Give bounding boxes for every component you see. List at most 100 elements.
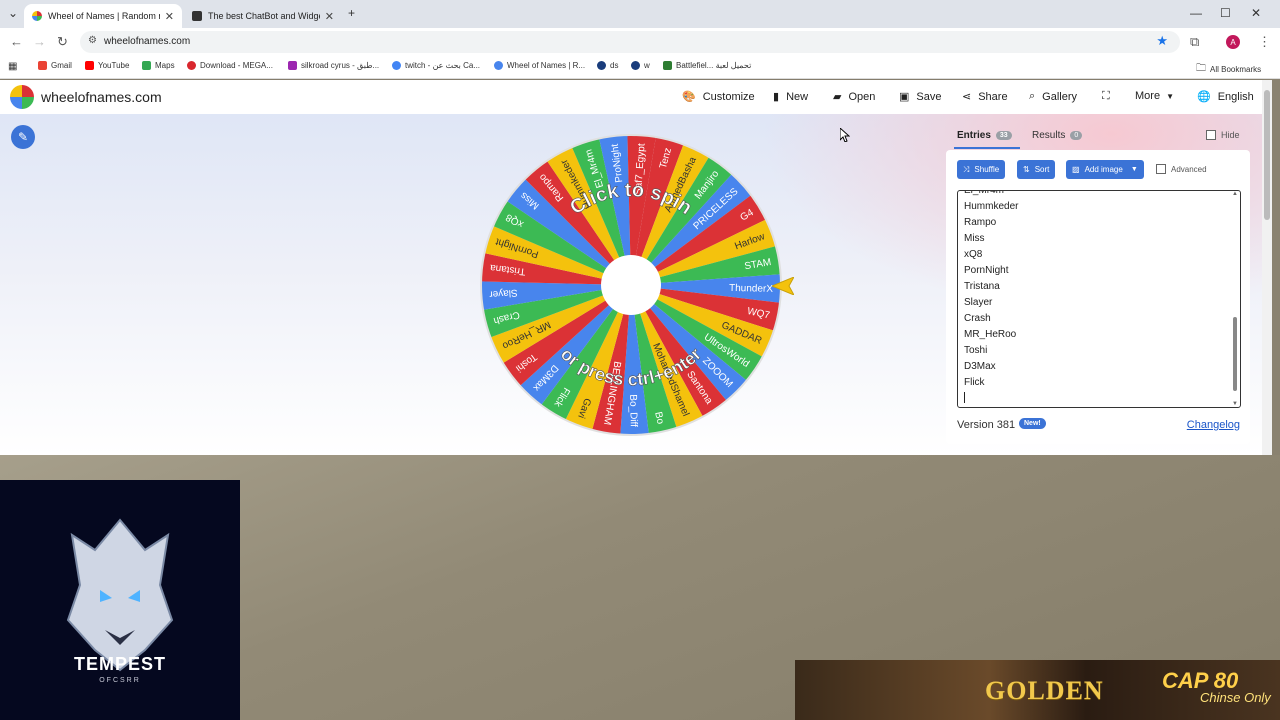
bookmark-mega[interactable]: Download - MEGA... <box>187 61 273 70</box>
stream-logo-box <box>0 480 240 720</box>
shuffle-button[interactable]: ⤨ Shuffle <box>957 160 1006 179</box>
bookmark-label: ds <box>610 61 619 70</box>
search-icon: ⌕ <box>1029 90 1036 102</box>
ds-icon <box>597 61 606 70</box>
text-caret <box>964 392 965 403</box>
share-button[interactable]: ⋖ Share <box>962 90 1008 104</box>
language-button[interactable]: 🌐 English <box>1197 90 1254 104</box>
changelog-link[interactable]: Changelog <box>1187 419 1240 431</box>
save-button[interactable]: ▣ Save <box>899 90 942 104</box>
scroll-down-icon[interactable]: ▼ <box>1232 401 1238 407</box>
menu-label: Save <box>916 90 942 103</box>
menu-label: More <box>1135 90 1161 102</box>
minimize-icon[interactable]: — <box>1190 6 1202 20</box>
advanced-checkbox[interactable]: Advanced <box>1156 164 1207 174</box>
browser-tab-wheel-of-names[interactable]: Wheel of Names | Random nam ✕ <box>24 4 182 28</box>
wheel-pointer-icon <box>772 277 794 295</box>
close-tab-icon[interactable]: ✕ <box>325 10 334 23</box>
open-button[interactable]: ▰ Open <box>833 90 875 104</box>
fullscreen-button[interactable]: ⛶ <box>1102 90 1117 103</box>
site-logo-text[interactable]: wheelofnames.com <box>41 89 162 105</box>
entry-item: D3Max <box>964 361 996 372</box>
maximize-icon[interactable]: ☐ <box>1220 6 1231 20</box>
bookmark-youtube[interactable]: YouTube <box>85 61 129 70</box>
extensions-icon[interactable]: ⧉ <box>1190 34 1199 50</box>
reload-icon[interactable]: ↻ <box>57 34 68 50</box>
tab-search-icon[interactable]: ⌄ <box>8 6 18 20</box>
entries-textarea[interactable]: El_Mr4m Hummkeder Rampo Miss xQ8 PornNight Tri… <box>957 190 1241 408</box>
textarea-scrollbar[interactable] <box>1233 317 1237 391</box>
menu-label: Gallery <box>1042 90 1078 103</box>
site-header: wheelofnames.com 🎨 Customize ▮ New ▰ Open ▣… <box>0 80 1262 114</box>
bookmark-label: Download - MEGA... <box>200 61 273 70</box>
bookmark-twitch-search[interactable]: twitch - بحث عن Ca... <box>392 61 480 70</box>
customize-button[interactable]: 🎨 Customize <box>682 90 755 104</box>
wheel-segment-label: Bo_Diff <box>627 394 639 427</box>
hide-checkbox[interactable]: Hide <box>1206 130 1240 140</box>
site-info-icon[interactable]: ⚙ <box>88 35 97 46</box>
all-bookmarks[interactable]: 🗀 All Bookmarks <box>1196 61 1261 78</box>
add-image-button[interactable]: ▨ Add image ▼ <box>1066 160 1144 179</box>
bookmark-gmail[interactable]: Gmail <box>38 61 72 70</box>
hide-label: Hide <box>1221 130 1240 140</box>
edit-pencil-button[interactable]: ✎ <box>11 125 35 149</box>
bookmark-label: w <box>644 61 650 70</box>
sort-icon: ⇅ <box>1023 165 1030 174</box>
stream-brand-name: TEMPEST <box>73 654 166 674</box>
profile-avatar[interactable]: A <box>1226 35 1240 49</box>
tab-entries[interactable]: Entries 33 <box>957 130 1012 141</box>
tab-results[interactable]: Results 0 <box>1032 130 1083 141</box>
chrome-menu-icon[interactable]: ⋮ <box>1258 34 1271 50</box>
new-button[interactable]: ▮ New <box>773 90 808 104</box>
sort-button[interactable]: ⇅ Sort <box>1017 160 1056 179</box>
chatbot-favicon-icon <box>192 11 202 21</box>
bookmark-label: silkroad cyrus - طبق... <box>301 61 380 70</box>
bookmark-maps[interactable]: Maps <box>142 61 175 70</box>
page-scrollbar-thumb[interactable] <box>1264 90 1270 220</box>
banner-golden-text: GOLDEN <box>985 676 1104 705</box>
youtube-icon <box>85 61 94 70</box>
checkbox-box[interactable] <box>1156 164 1166 174</box>
forward-icon[interactable]: → <box>33 34 46 49</box>
browser-toolbar: ← → ↻ ⚙ wheelofnames.com ★ ⧉ A ⋮ <box>0 28 1280 56</box>
button-label: Sort <box>1034 165 1050 174</box>
bookmark-wheel-of-names[interactable]: Wheel of Names | R... <box>494 61 585 70</box>
bookmark-label: twitch - بحث عن Ca... <box>405 61 481 70</box>
bookmark-battlefield[interactable]: Battlefiel... تحميل لعبة <box>663 61 751 70</box>
address-bar[interactable]: ⚙ wheelofnames.com ★ <box>80 31 1180 53</box>
bookmark-label: Maps <box>155 61 175 70</box>
image-icon: ▨ <box>1072 165 1080 174</box>
close-tab-icon[interactable]: ✕ <box>165 10 174 23</box>
mega-icon <box>187 61 196 70</box>
site-logo-icon[interactable] <box>10 85 34 109</box>
entry-item: Hummkeder <box>964 201 1019 212</box>
bookmark-label: Gmail <box>51 61 72 70</box>
wheel-segment-label: ThunderX <box>729 283 773 295</box>
bookmark-ds[interactable]: ds <box>597 61 618 70</box>
bookmark-label: All Bookmarks <box>1210 65 1262 74</box>
close-window-icon[interactable]: ✕ <box>1251 6 1261 20</box>
entry-item: Miss <box>964 233 985 244</box>
more-button[interactable]: More ▼ <box>1135 90 1174 102</box>
folder-icon: 🗀 <box>1196 63 1206 74</box>
browser-tab-chatbot[interactable]: The best ChatBot and Widgets ✕ <box>184 4 342 28</box>
new-badge[interactable]: New! <box>1019 418 1046 429</box>
back-icon[interactable]: ← <box>10 34 23 49</box>
entries-panel: Entries 33 Results 0 Hide ⤨ Shuffle ⇅ Sort… <box>946 114 1250 444</box>
google-icon <box>392 61 401 70</box>
bookmark-star-icon[interactable]: ★ <box>1156 33 1168 49</box>
bookmark-silkroad[interactable]: silkroad cyrus - طبق... <box>288 61 379 70</box>
mouse-cursor-icon <box>840 128 850 142</box>
new-tab-button[interactable]: + <box>348 6 355 20</box>
advanced-label: Advanced <box>1171 164 1207 174</box>
spin-wheel[interactable]: TenzAhmedBashaManjiroPRICELESSG4HarlowST… <box>479 133 783 437</box>
maps-icon <box>142 61 151 70</box>
file-icon: ▮ <box>773 91 780 103</box>
scroll-up-icon[interactable]: ▲ <box>1232 191 1238 197</box>
entry-item: Flick <box>964 377 985 388</box>
entry-item: PornNight <box>964 265 1009 276</box>
bookmark-w[interactable]: w <box>631 61 650 70</box>
apps-grid-icon[interactable]: ▦ <box>8 61 17 72</box>
checkbox-box[interactable] <box>1206 130 1216 140</box>
gallery-button[interactable]: ⌕ Gallery <box>1029 90 1077 103</box>
